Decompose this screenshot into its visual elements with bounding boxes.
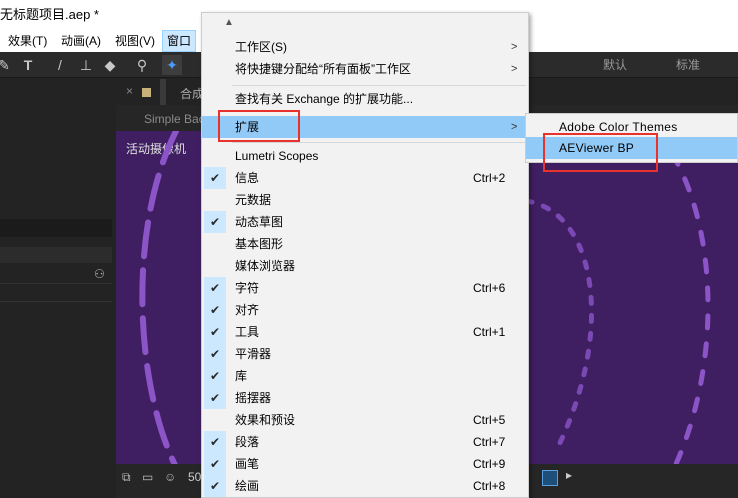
monitor-icon[interactable]: ▭	[142, 470, 153, 484]
menu-item-tools[interactable]: ✔ 工具 Ctrl+1	[202, 321, 528, 343]
workspace-default[interactable]: 默认	[603, 52, 627, 78]
menu-item-metadata[interactable]: 元数据	[202, 189, 528, 211]
dashed-arc-right-inner	[523, 198, 594, 454]
menu-item-effects-presets[interactable]: 效果和预设 Ctrl+5	[202, 409, 528, 431]
roto-brush-icon[interactable]: ⚲	[132, 55, 152, 75]
pin-tool-icon[interactable]: ✦	[162, 55, 182, 75]
menu-item-info[interactable]: ✔ 信息 Ctrl+2	[202, 167, 528, 189]
scroll-up-icon[interactable]: ▲	[224, 17, 234, 28]
menu-item-wiggler[interactable]: ✔ 摇摆器	[202, 387, 528, 409]
checkmark-icon: ✔	[204, 299, 226, 321]
menu-item-libraries[interactable]: ✔ 库	[202, 365, 528, 387]
close-icon[interactable]: ×	[126, 84, 133, 98]
region-of-interest-icon[interactable]: ⧉	[122, 470, 131, 485]
menu-item-workspace[interactable]: 工作区(S) >	[202, 36, 528, 58]
menu-item-motion-sketch[interactable]: ✔ 动态草图	[202, 211, 528, 233]
workspace-standard[interactable]: 标准	[676, 52, 700, 78]
menu-item-character[interactable]: ✔ 字符 Ctrl+6	[202, 277, 528, 299]
checkmark-icon: ✔	[204, 453, 226, 475]
dashed-arc-right-outer	[653, 131, 711, 464]
clone-stamp-icon[interactable]: ⊥	[76, 55, 96, 75]
checkmark-icon: ✔	[204, 211, 226, 233]
zoom-level[interactable]: 50	[188, 470, 201, 484]
menu-view[interactable]: 视图(V)	[111, 30, 159, 52]
annotation-highlight-extensions	[218, 110, 300, 142]
menu-item-brushes[interactable]: ✔ 画笔 Ctrl+9	[202, 453, 528, 475]
flowchart-icon[interactable]: ⚇	[94, 267, 105, 281]
annotation-highlight-aeviewer	[543, 133, 658, 172]
menu-separator	[232, 142, 526, 143]
checkmark-icon: ✔	[204, 365, 226, 387]
text-tool-icon[interactable]: T	[18, 55, 38, 75]
composition-color-icon	[142, 88, 151, 97]
menu-separator	[232, 85, 526, 86]
submenu-arrow-icon: >	[511, 63, 518, 75]
menu-item-paint[interactable]: ✔ 绘画 Ctrl+8	[202, 475, 528, 497]
project-column-header	[0, 247, 112, 263]
transparency-grid-icon[interactable]	[542, 470, 558, 486]
mask-icon[interactable]: ☺	[164, 470, 176, 484]
checkmark-icon: ✔	[204, 431, 226, 453]
pen-tool-icon[interactable]: ✎	[0, 55, 14, 75]
menu-item-lumetri-scopes[interactable]: Lumetri Scopes	[202, 145, 528, 167]
checkmark-icon: ✔	[204, 387, 226, 409]
menu-item-align[interactable]: ✔ 对齐	[202, 299, 528, 321]
checkmark-icon: ✔	[204, 475, 226, 497]
checkmark-icon: ✔	[204, 343, 226, 365]
eraser-icon[interactable]: ◆	[100, 55, 120, 75]
menu-item-media-browser[interactable]: 媒体浏览器	[202, 255, 528, 277]
project-search-field[interactable]	[0, 219, 112, 237]
tab-separator	[160, 79, 166, 105]
brush-tool-icon[interactable]: /	[50, 55, 70, 75]
menu-item-find-exchange[interactable]: 查找有关 Exchange 的扩展功能...	[202, 88, 528, 110]
window-title: 无标题项目.aep *	[0, 7, 99, 22]
menu-item-paragraph[interactable]: ✔ 段落 Ctrl+7	[202, 431, 528, 453]
submenu-arrow-icon: >	[511, 121, 518, 133]
checkmark-icon: ✔	[204, 321, 226, 343]
menu-item-assign-shortcuts[interactable]: 将快捷键分配给“所有面板”工作区 >	[202, 58, 528, 80]
menu-item-essential-graphics[interactable]: 基本图形	[202, 233, 528, 255]
project-row-divider	[0, 301, 112, 302]
checkmark-icon: ✔	[204, 277, 226, 299]
menu-item-smoother[interactable]: ✔ 平滑器	[202, 343, 528, 365]
menu-animation[interactable]: 动画(A)	[57, 30, 105, 52]
dashed-arc-left	[139, 131, 179, 464]
project-row-divider	[0, 283, 112, 284]
more-controls-icon[interactable]: ▸	[566, 468, 572, 482]
submenu-arrow-icon: >	[511, 41, 518, 53]
project-panel: ⚇	[0, 79, 112, 498]
window-menu-dropdown: ▲ 工作区(S) > 将快捷键分配给“所有面板”工作区 > 查找有关 Excha…	[201, 12, 529, 498]
menu-effects[interactable]: 效果(T)	[4, 30, 51, 52]
composition-breadcrumb-item[interactable]: Simple Bac	[144, 112, 205, 126]
checkmark-icon: ✔	[204, 167, 226, 189]
menu-window[interactable]: 窗口	[162, 30, 197, 52]
